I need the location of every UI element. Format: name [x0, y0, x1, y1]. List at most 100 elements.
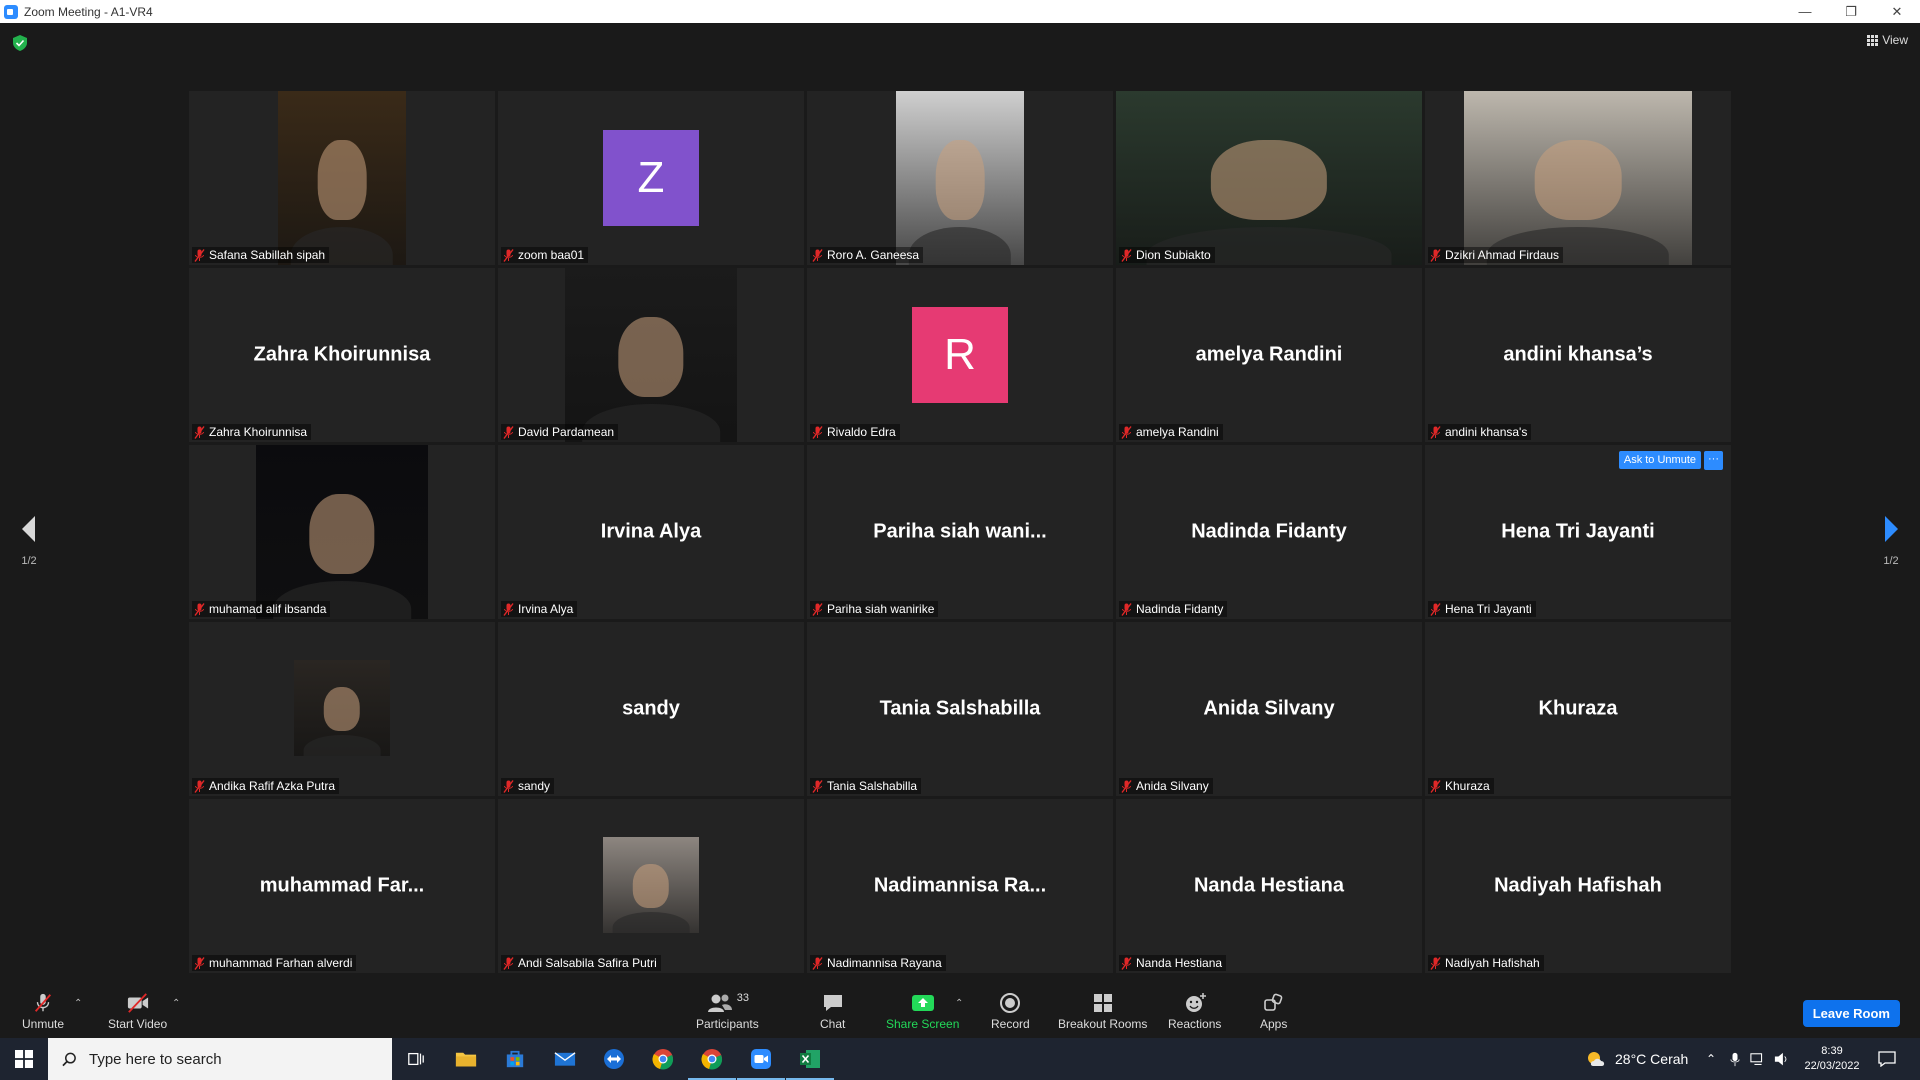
unmute-label: Unmute	[22, 1017, 65, 1031]
participants-button[interactable]: 33 Participants	[696, 992, 759, 1031]
record-label: Record	[991, 1017, 1030, 1031]
share-screen-button[interactable]: Share Screen	[886, 992, 959, 1031]
participant-tile[interactable]: Khuraza Khuraza	[1425, 622, 1731, 796]
participant-name-label: Nadimannisa Rayana	[810, 955, 946, 971]
mail-icon[interactable]	[551, 1045, 579, 1073]
participant-name: Khuraza	[1445, 779, 1490, 793]
tray-volume-icon[interactable]	[1774, 1038, 1790, 1080]
tray-microphone-icon[interactable]	[1730, 1038, 1740, 1080]
participant-tile[interactable]: Nadimannisa Ra... Nadimannisa Rayana	[807, 799, 1113, 973]
participant-profile-photo	[294, 660, 390, 756]
chrome-profile-icon[interactable]	[688, 1045, 736, 1080]
view-button[interactable]: View	[1867, 33, 1908, 47]
file-explorer-icon[interactable]	[452, 1045, 480, 1073]
participant-name: Dzikri Ahmad Firdaus	[1445, 248, 1560, 262]
participant-tile[interactable]: Zzoom baa01	[498, 91, 804, 265]
participant-tile[interactable]: Dzikri Ahmad Firdaus	[1425, 91, 1731, 265]
close-icon[interactable]: ✕	[1874, 0, 1920, 23]
person-silhouette	[618, 316, 684, 397]
participant-tile[interactable]: Zahra Khoirunnisa Zahra Khoirunnisa	[189, 268, 495, 442]
participant-tile[interactable]: muhammad Far... muhammad Farhan alverdi	[189, 799, 495, 973]
muted-mic-icon	[194, 425, 205, 439]
store-icon[interactable]	[501, 1045, 529, 1073]
person-shoulders	[908, 226, 1012, 265]
task-view-icon[interactable]	[402, 1045, 430, 1073]
security-shield-icon[interactable]	[13, 35, 27, 51]
breakout-rooms-button[interactable]: Breakout Rooms	[1058, 992, 1147, 1031]
participant-name: Andi Salsabila Safira Putri	[518, 956, 657, 970]
chrome-icon[interactable]	[649, 1045, 677, 1073]
participant-tile[interactable]: Tania Salshabilla Tania Salshabilla	[807, 622, 1113, 796]
teamviewer-icon[interactable]	[600, 1045, 628, 1073]
share-options-caret-icon[interactable]: ⌃	[955, 998, 963, 1009]
notifications-icon[interactable]	[1878, 1038, 1896, 1080]
participant-tile[interactable]: Hena Tri Jayanti Ask to Unmute ··· Hena Tri…	[1425, 445, 1731, 619]
leave-room-button[interactable]: Leave Room	[1802, 1000, 1900, 1027]
participant-tile[interactable]: Nanda Hestiana Nanda Hestiana	[1116, 799, 1422, 973]
person-silhouette	[1210, 139, 1328, 220]
reactions-label: Reactions	[1168, 1017, 1222, 1031]
video-options-caret-icon[interactable]: ⌃	[172, 998, 180, 1009]
participant-name: Nadimannisa Rayana	[827, 956, 942, 970]
participant-tile[interactable]: muhamad alif ibsanda	[189, 445, 495, 619]
participant-tile[interactable]: Safana Sabillah sipah	[189, 91, 495, 265]
zoom-taskbar-icon[interactable]	[737, 1045, 785, 1080]
participant-tile[interactable]: Roro A. Ganeesa	[807, 91, 1113, 265]
next-page-arrow-icon[interactable]	[1884, 515, 1900, 543]
tray-chevron-icon[interactable]: ⌃	[1706, 1038, 1716, 1080]
participant-display-name: amelya Randini	[1195, 343, 1343, 366]
tray-clock[interactable]: 8:39 22/03/2022	[1800, 1038, 1864, 1080]
gallery-grid: Safana Sabillah sipah Zzoom baa01 Roro A. …	[189, 91, 1731, 973]
participant-name-label: zoom baa01	[501, 247, 589, 263]
participant-tile[interactable]: Nadinda Fidanty Nadinda Fidanty	[1116, 445, 1422, 619]
participant-tile[interactable]: Pariha siah wani... Pariha siah wanirike	[807, 445, 1113, 619]
participant-tile[interactable]: amelya Randini amelya Randini	[1116, 268, 1422, 442]
participant-name: Tania Salshabilla	[827, 779, 918, 793]
page-indicator-right: 1/2	[1883, 555, 1899, 567]
share-screen-label: Share Screen	[886, 1017, 960, 1031]
tile-more-options-button[interactable]: ···	[1704, 451, 1723, 470]
unmute-button[interactable]: Unmute	[22, 992, 64, 1031]
participant-tile[interactable]: Andika Rafif Azka Putra	[189, 622, 495, 796]
participant-display-name: Nadiyah Hafishah	[1494, 874, 1662, 897]
search-icon	[62, 1052, 76, 1066]
record-button[interactable]: Record	[991, 992, 1030, 1031]
participant-tile[interactable]: Anida Silvany Anida Silvany	[1116, 622, 1422, 796]
muted-mic-icon	[1121, 248, 1132, 262]
participant-tile[interactable]: andini khansa’s andini khansa's	[1425, 268, 1731, 442]
participant-tile[interactable]: sandy sandy	[498, 622, 804, 796]
taskbar-search-box[interactable]: Type here to search	[48, 1038, 392, 1080]
participant-name-label: Dion Subiakto	[1119, 247, 1215, 263]
participant-tile[interactable]: Andi Salsabila Safira Putri	[498, 799, 804, 973]
prev-page-arrow-icon[interactable]	[20, 515, 36, 543]
participant-name: Irvina Alya	[518, 602, 574, 616]
participant-tile[interactable]: Irvina Alya Irvina Alya	[498, 445, 804, 619]
weather-widget[interactable]: 28°C Cerah	[1585, 1038, 1688, 1080]
chat-button[interactable]: Chat	[820, 992, 845, 1031]
audio-options-caret-icon[interactable]: ⌃	[74, 998, 82, 1009]
participant-video	[1464, 91, 1692, 265]
participant-video	[278, 91, 406, 265]
muted-mic-icon	[503, 425, 514, 439]
participant-tile[interactable]: R Rivaldo Edra	[807, 268, 1113, 442]
muted-mic-icon	[1430, 779, 1441, 793]
person-silhouette	[323, 686, 361, 732]
excel-icon[interactable]	[786, 1045, 834, 1080]
minimize-icon[interactable]: —	[1782, 0, 1828, 23]
restore-icon[interactable]: ❐	[1828, 0, 1874, 23]
participant-tile[interactable]: David Pardamean	[498, 268, 804, 442]
apps-button[interactable]: Apps	[1260, 992, 1287, 1031]
ask-to-unmute-button[interactable]: Ask to Unmute	[1618, 451, 1701, 469]
muted-mic-icon	[503, 779, 514, 793]
participant-tile[interactable]: Dion Subiakto	[1116, 91, 1422, 265]
windows-start-icon[interactable]	[10, 1045, 38, 1073]
start-video-button[interactable]: Start Video	[108, 992, 167, 1031]
participant-display-name: Tania Salshabilla	[879, 697, 1041, 720]
participant-name-label: Anida Silvany	[1119, 778, 1213, 794]
reactions-button[interactable]: Reactions	[1168, 992, 1221, 1031]
participant-name-label: Nadinda Fidanty	[1119, 601, 1228, 617]
participant-tile[interactable]: Nadiyah Hafishah Nadiyah Hafishah	[1425, 799, 1731, 973]
tray-network-icon[interactable]	[1750, 1038, 1766, 1080]
participant-name-label: sandy	[501, 778, 555, 794]
meeting-stage: View 1/2 1/2 Safana Sabillah sipah Zzoom …	[0, 23, 1920, 980]
